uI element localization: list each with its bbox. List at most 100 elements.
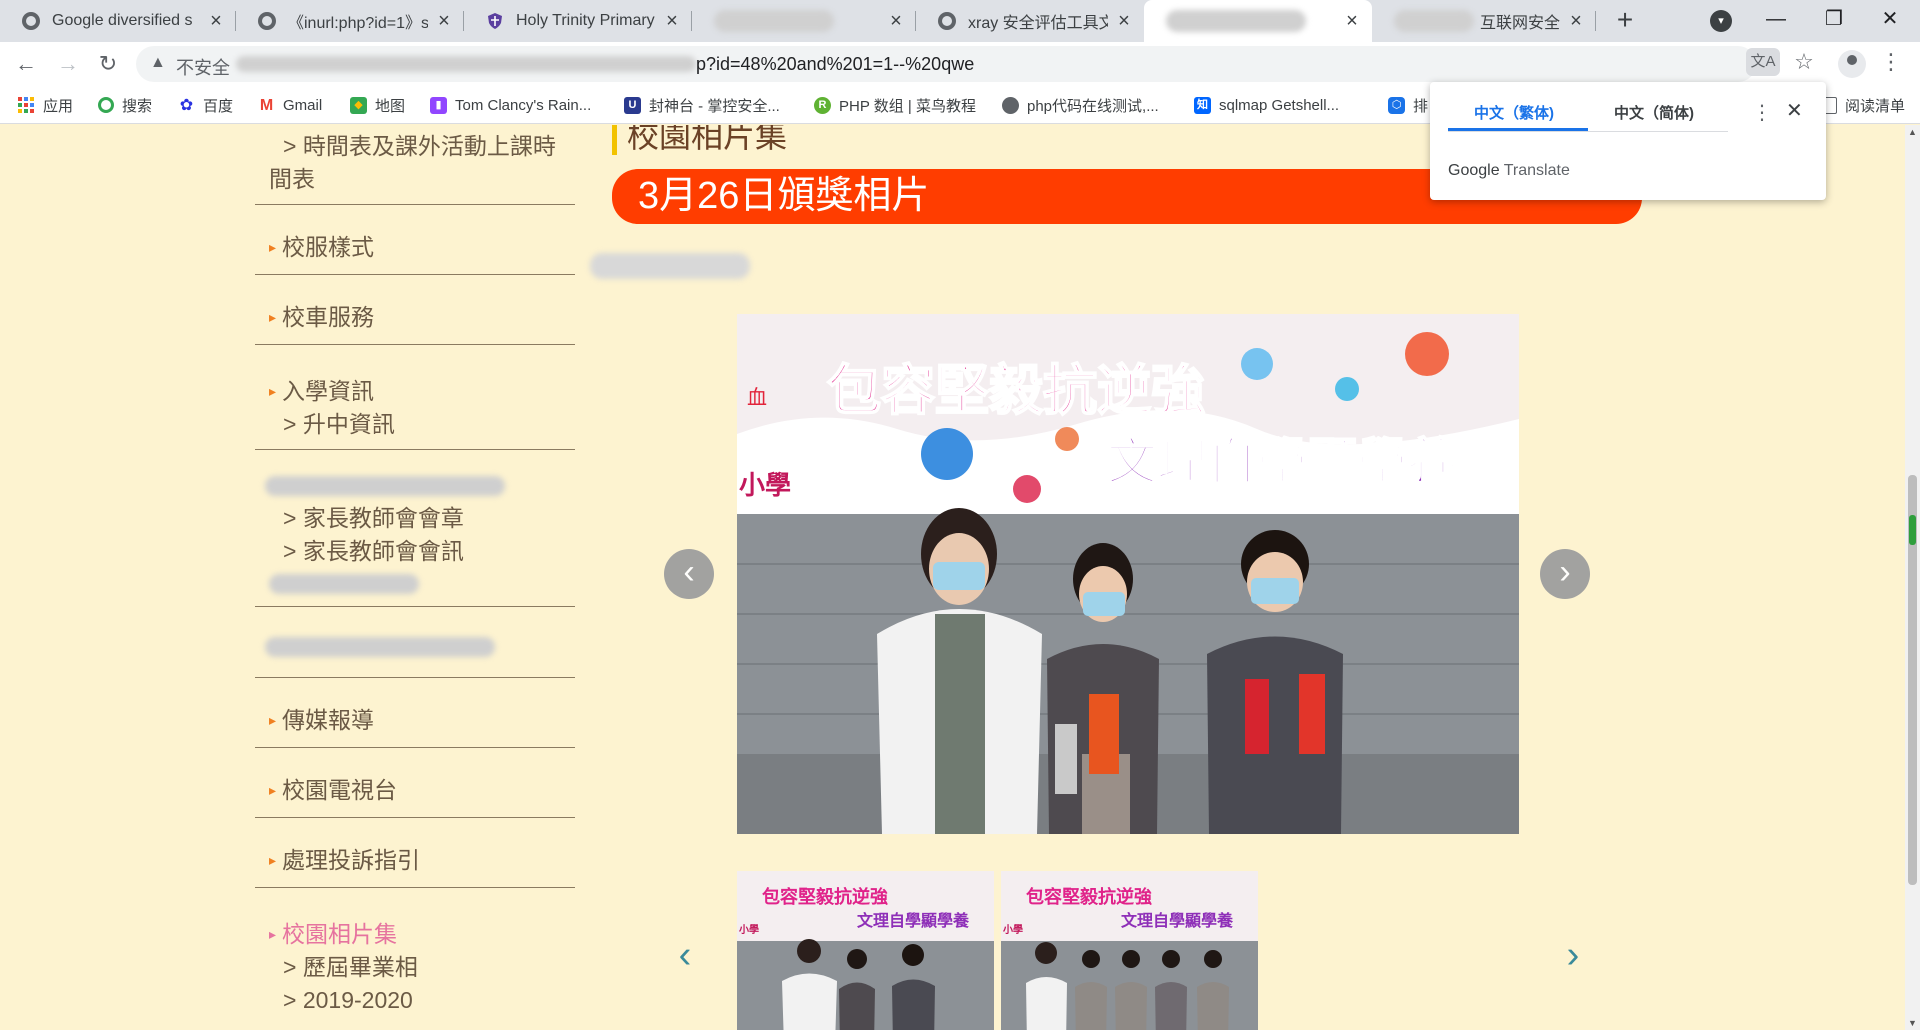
previous-photo-button[interactable]: ‹ <box>664 549 714 599</box>
translate-icon[interactable]: 文A <box>1746 48 1780 76</box>
minimize-button[interactable]: — <box>1756 4 1796 34</box>
tab-blurred-1[interactable]: × <box>692 0 916 42</box>
close-icon[interactable]: × <box>206 11 226 31</box>
sidebar-item-label: 入學資訊 <box>282 378 375 404</box>
close-icon[interactable]: × <box>434 11 454 31</box>
tab-google-diversified[interactable]: Google diversified s × <box>0 0 236 42</box>
sidebar-group-pta: > 家長教師會會章 > 家長教師會會訊 <box>255 450 575 607</box>
sidebar-item-label: 校服樣式 <box>282 234 375 260</box>
blurred-url-part <box>236 56 696 72</box>
sidebar-item-media[interactable]: ▸ 傳媒報導 <box>255 704 575 737</box>
tab-internet-security[interactable]: 互联网安全 × <box>1372 0 1596 42</box>
sidebar-item-pta-constitution[interactable]: > 家長教師會會章 <box>255 502 575 535</box>
bullet-icon: ▸ <box>269 712 277 728</box>
sidebar-item-bus[interactable]: ▸ 校車服務 <box>255 301 575 334</box>
sidebar-item-secondary-admission[interactable]: > 升中資訊 <box>255 408 575 441</box>
profile-avatar-icon[interactable] <box>1838 50 1866 78</box>
globe-icon <box>1002 96 1019 114</box>
thumbnail-1[interactable]: 包容堅毅抗逆強 文理自學顯學養 小學 <box>737 871 994 1030</box>
back-button[interactable]: ← <box>10 48 42 80</box>
bookmark-label: php代码在线测试,... <box>1027 97 1159 115</box>
sidebar-item-graduation-photos[interactable]: > 歷屆畢業相 <box>255 951 575 984</box>
bookmark-reading-list[interactable]: 阅读清单 <box>1820 94 1905 116</box>
tab-holy-trinity[interactable]: Holy Trinity Primary × <box>464 0 692 42</box>
close-icon[interactable]: × <box>1342 11 1362 31</box>
section-title: 校園相片集 <box>612 125 787 155</box>
reload-button[interactable]: ↻ <box>92 48 124 80</box>
bookmark-search[interactable]: 搜索 <box>98 94 152 116</box>
blurred-text <box>265 476 505 496</box>
close-icon[interactable]: × <box>1566 11 1586 31</box>
sidebar-item-2019-2020[interactable]: > 2019-2020 <box>255 984 575 1017</box>
sidebar-item-timetable[interactable]: > 時間表及課外活動上課時 <box>255 130 575 163</box>
bookmark-star-icon[interactable]: ☆ <box>1790 48 1818 76</box>
brand-google: Google <box>1448 162 1500 179</box>
runoob-icon: R <box>814 96 831 114</box>
globe-icon <box>938 12 956 30</box>
sidebar-item-uniform[interactable]: ▸ 校服樣式 <box>255 231 575 264</box>
chrome-menu-icon[interactable]: ⋮ <box>1880 48 1902 76</box>
bookmark-gmail[interactable]: M Gmail <box>258 94 322 116</box>
bookmark-partial[interactable]: ⬡ 排 <box>1388 94 1428 116</box>
zhihu-icon: 知 <box>1194 96 1211 114</box>
translate-tab-traditional[interactable]: 中文（繁体) <box>1474 102 1554 123</box>
scroll-down-arrow-icon[interactable]: ▼ <box>1907 1018 1918 1028</box>
scroll-up-arrow-icon[interactable]: ▲ <box>1907 127 1918 137</box>
sidebar-item-complaints[interactable]: ▸ 處理投訴指引 <box>255 844 575 877</box>
bookmark-baidu[interactable]: ✿ 百度 <box>178 94 233 116</box>
tab-active-blurred[interactable]: × <box>1144 0 1372 42</box>
bookmark-runoob[interactable]: R PHP 数组 | 菜鸟教程 <box>814 94 976 116</box>
close-icon[interactable]: × <box>662 11 682 31</box>
sidebar-group-uniform: ▸ 校服樣式 <box>255 205 575 275</box>
scroll-marker <box>1909 515 1916 545</box>
tab-xray[interactable]: xray 安全评估工具文 × <box>916 0 1144 42</box>
bookmark-label: 百度 <box>203 97 234 115</box>
next-photo-button[interactable]: › <box>1540 549 1590 599</box>
thumbnail-2[interactable]: 包容堅毅抗逆強 文理自學顯學養 小學 <box>1001 871 1258 1030</box>
sidebar-item-admission[interactable]: ▸ 入學資訊 <box>255 375 575 408</box>
baidu-icon: ✿ <box>179 96 194 114</box>
new-tab-button[interactable]: + <box>1610 6 1640 36</box>
sidebar-item-label: 傳媒報導 <box>282 707 375 733</box>
thumbnail-banner-line1: 包容堅毅抗逆強 <box>762 886 888 908</box>
bookmark-php-online[interactable]: php代码在线测试,... <box>1002 94 1159 116</box>
page-scrollbar[interactable]: ▲ ▼ <box>1905 125 1920 1030</box>
close-icon[interactable]: × <box>886 11 906 31</box>
tab-divider <box>1448 131 1728 132</box>
bookmark-fengshentai[interactable]: U 封神台 - 掌控安全... <box>624 94 780 116</box>
gmail-icon: M <box>259 96 274 114</box>
sidebar-item-pta-newsletter[interactable]: > 家長教師會會訊 <box>255 535 575 568</box>
sidebar-group-blurred <box>255 607 575 678</box>
more-options-icon[interactable]: ⋮ <box>1752 100 1772 125</box>
close-icon[interactable]: × <box>1114 11 1134 31</box>
forward-button[interactable]: → <box>52 48 84 80</box>
translate-tab-simplified[interactable]: 中文（简体) <box>1614 102 1694 123</box>
bullet-icon: ▸ <box>269 852 277 868</box>
bullet-icon: ▸ <box>269 309 277 325</box>
address-bar[interactable]: ▲ 不安全 p?id=48%20and%201=1--%20qwe <box>136 46 1756 82</box>
close-icon[interactable]: ✕ <box>1786 98 1803 123</box>
bookmark-twitch[interactable]: ▮ Tom Clancy's Rain... <box>430 94 591 116</box>
window-close-button[interactable]: ✕ <box>1870 4 1910 34</box>
tab-inurl-php[interactable]: 《inurl:php?id=1》s × <box>236 0 464 42</box>
tab-search-icon[interactable]: ▾ <box>1710 10 1732 32</box>
blurred-text <box>265 637 495 657</box>
shield-icon: U <box>624 96 641 114</box>
bookmark-label: 地图 <box>375 97 406 115</box>
thumbnails-prev-button[interactable]: ‹ <box>670 935 700 975</box>
photo-side-text: 小學 <box>739 471 791 501</box>
bookmark-zhihu[interactable]: 知 sqlmap Getshell... <box>1194 94 1339 116</box>
photo-stamp-text: 血 <box>747 385 767 409</box>
restore-button[interactable]: ❐ <box>1814 4 1854 34</box>
sidebar-item-timetable-cont[interactable]: 間表 <box>255 163 575 196</box>
address-url[interactable]: p?id=48%20and%201=1--%20qwe <box>696 54 974 75</box>
sidebar-item-gallery[interactable]: ▸ 校園相片集 <box>255 918 575 951</box>
maps-icon: ◆ <box>350 96 367 114</box>
bookmark-maps[interactable]: ◆ 地图 <box>350 94 405 116</box>
bookmark-apps[interactable]: 应用 <box>18 94 73 116</box>
sidebar-group-media: ▸ 傳媒報導 <box>255 678 575 748</box>
bookmark-label: 阅读清单 <box>1845 97 1906 115</box>
brand-translate: Translate <box>1503 162 1570 179</box>
thumbnails-next-button[interactable]: › <box>1558 935 1588 975</box>
sidebar-item-campus-tv[interactable]: ▸ 校園電視台 <box>255 774 575 807</box>
